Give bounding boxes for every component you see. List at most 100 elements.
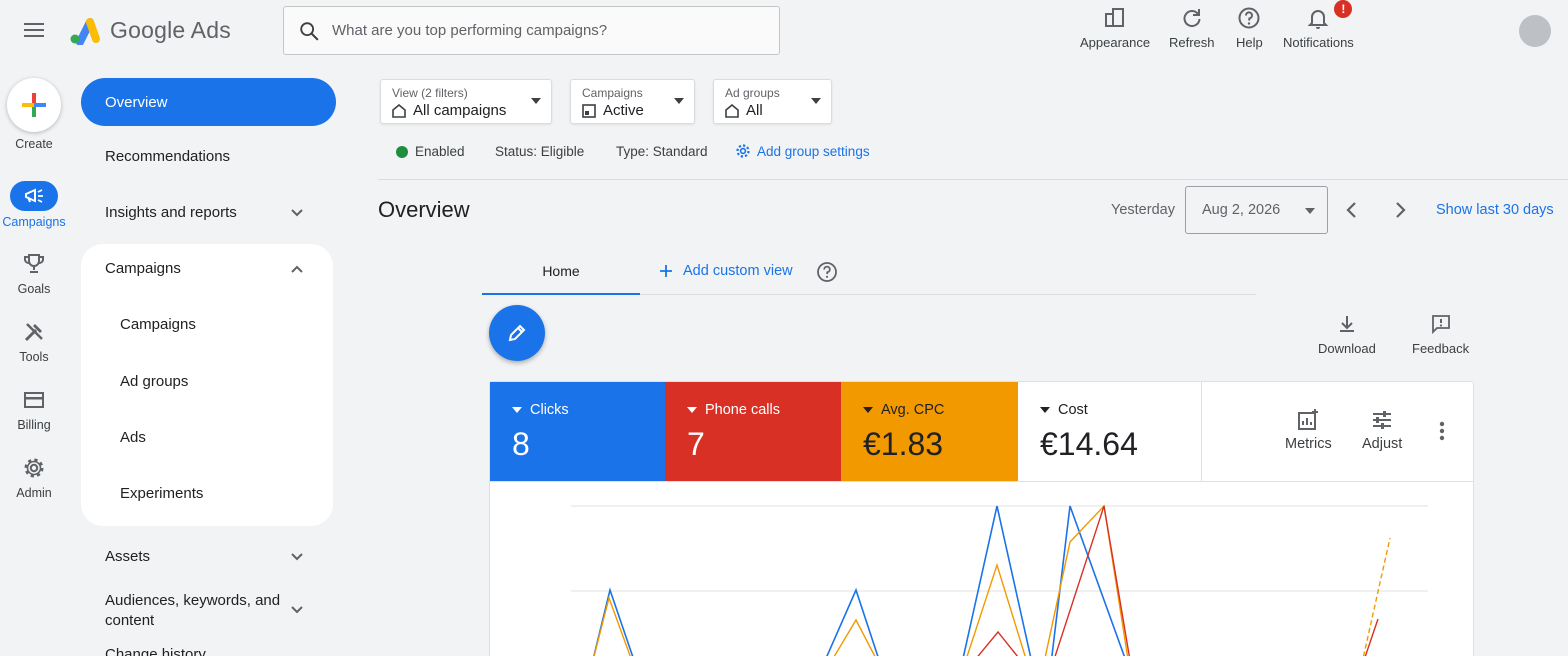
metric-tile-avg-cpc[interactable]: Avg. CPC €1.83 (841, 382, 1018, 481)
adjust-label: Adjust (1362, 436, 1403, 452)
campaigns-icon (10, 181, 58, 211)
appearance-icon (1103, 4, 1127, 32)
filter-campaigns[interactable]: Campaigns Active (570, 79, 695, 124)
chevron-up-icon[interactable] (289, 261, 305, 277)
help-button[interactable]: Help (1236, 4, 1263, 50)
add-group-settings-link[interactable]: Add group settings (735, 143, 870, 159)
feedback-button[interactable]: Feedback (1412, 313, 1469, 356)
status-type: Type: Standard (616, 144, 708, 159)
metric-avg-cpc-name: Avg. CPC (881, 402, 945, 418)
filter-view-value: All campaigns (413, 102, 507, 119)
store-icon (392, 103, 406, 118)
series-avg-cpc (593, 504, 1129, 656)
add-group-settings-label: Add group settings (757, 143, 870, 159)
nav-campaigns-header[interactable]: Campaigns (105, 260, 181, 277)
filter-campaigns-label: Campaigns (582, 86, 643, 100)
metric-cost-value: €14.64 (1040, 426, 1138, 462)
nav-insights[interactable]: Insights and reports (105, 204, 237, 221)
rail-admin[interactable]: Admin (0, 456, 68, 500)
nav-sub-ad-groups[interactable]: Ad groups (120, 373, 188, 390)
series-cost-dashed (1362, 537, 1391, 656)
tab-home-label: Home (542, 262, 580, 279)
refresh-button[interactable]: Refresh (1169, 4, 1215, 50)
series-clicks (593, 505, 1126, 656)
help-icon[interactable] (816, 261, 838, 283)
filter-ad-groups-label: Ad groups (725, 86, 780, 100)
rail-billing[interactable]: Billing (0, 388, 68, 432)
nav-recommendations[interactable]: Recommendations (105, 148, 230, 165)
dropdown-caret-icon (531, 98, 541, 104)
notifications-label: Notifications (1283, 35, 1354, 50)
metric-tile-phone-calls[interactable]: Phone calls 7 (665, 382, 841, 481)
metric-tile-clicks[interactable]: Clicks 8 (490, 382, 665, 481)
filter-view-label: View (2 filters) (392, 86, 468, 100)
adjust-button[interactable]: Adjust (1362, 408, 1402, 452)
more-vert-icon[interactable] (1434, 420, 1450, 442)
rail-goals-label: Goals (17, 282, 51, 296)
appearance-button[interactable]: Appearance (1080, 4, 1150, 50)
chevron-right-icon[interactable] (1391, 200, 1409, 220)
card-icon (22, 388, 46, 412)
app-name: Google Ads (110, 16, 231, 43)
caret-down-icon (687, 407, 697, 413)
edit-button[interactable] (489, 305, 545, 361)
nav-overview[interactable]: Overview (81, 78, 336, 126)
rail-tools-label: Tools (19, 350, 49, 364)
chevron-down-icon[interactable] (289, 205, 305, 221)
add-custom-view-button[interactable]: Add custom view (659, 263, 793, 279)
download-label: Download (1318, 341, 1376, 356)
metric-tile-cost[interactable]: Cost €14.64 (1018, 382, 1201, 481)
metrics-button[interactable]: Metrics (1285, 408, 1332, 452)
page-title: Overview (378, 197, 470, 222)
metric-clicks-name: Clicks (530, 402, 569, 418)
ads-logo-icon (70, 18, 100, 45)
chevron-down-icon[interactable] (289, 549, 305, 565)
nav-sub-ads[interactable]: Ads (120, 429, 146, 446)
series-phone-calls (977, 505, 1131, 656)
campaign-grid-icon (582, 103, 596, 118)
status-eligible: Status: Eligible (495, 144, 585, 159)
nav-assets[interactable]: Assets (105, 548, 150, 565)
plus-icon (660, 265, 672, 277)
tab-divider (640, 294, 1256, 295)
appearance-label: Appearance (1080, 35, 1151, 50)
show-last-30-days-link[interactable]: Show last 30 days (1436, 202, 1554, 218)
date-picker[interactable]: Aug 2, 2026 (1185, 186, 1328, 234)
search-input[interactable]: What are you top performing campaigns? (332, 22, 607, 39)
download-icon (1339, 316, 1354, 332)
filter-ad-groups-value: All (746, 102, 763, 119)
feedback-label: Feedback (1412, 341, 1470, 356)
nav-sub-experiments[interactable]: Experiments (120, 485, 203, 502)
notifications-button[interactable]: ! Notifications (1283, 0, 1354, 50)
download-button[interactable]: Download (1318, 313, 1376, 356)
tab-home[interactable]: Home (482, 248, 640, 295)
nav-audiences[interactable]: Audiences, keywords, and content (105, 591, 290, 631)
refresh-label: Refresh (1169, 35, 1215, 50)
add-chart-icon (1298, 409, 1319, 430)
rail-create-label: Create (15, 137, 53, 151)
date-range-label: Yesterday (1111, 202, 1175, 218)
tools-icon (22, 320, 46, 344)
google-ads-logo[interactable]: Google Ads (68, 15, 231, 45)
chevron-down-icon[interactable] (289, 602, 305, 618)
nav-change-history[interactable]: Change history (105, 646, 206, 656)
store-icon (725, 103, 739, 118)
caret-down-icon (512, 407, 522, 413)
filter-ad-groups[interactable]: Ad groups All (713, 79, 832, 124)
tile-divider (1201, 382, 1202, 481)
filter-view[interactable]: View (2 filters) All campaigns (380, 79, 552, 124)
metrics-card: Clicks 8 Phone calls 7 Avg. CPC €1.83 Co… (489, 381, 1474, 656)
nav-overview-label: Overview (105, 93, 168, 111)
menu-icon[interactable] (22, 20, 46, 40)
rail-goals[interactable]: Goals (0, 252, 68, 296)
pencil-icon (508, 324, 526, 342)
rail-campaigns[interactable]: Campaigns (0, 181, 68, 229)
dropdown-caret-icon (811, 98, 821, 104)
rail-tools[interactable]: Tools (0, 320, 68, 364)
chevron-left-icon[interactable] (1343, 200, 1361, 220)
filter-campaigns-value: Active (603, 102, 644, 119)
rail-create[interactable]: Create (0, 78, 68, 151)
avatar[interactable] (1519, 15, 1551, 47)
nav-sub-campaigns[interactable]: Campaigns (120, 316, 196, 333)
search-bar[interactable]: What are you top performing campaigns? (283, 6, 780, 55)
